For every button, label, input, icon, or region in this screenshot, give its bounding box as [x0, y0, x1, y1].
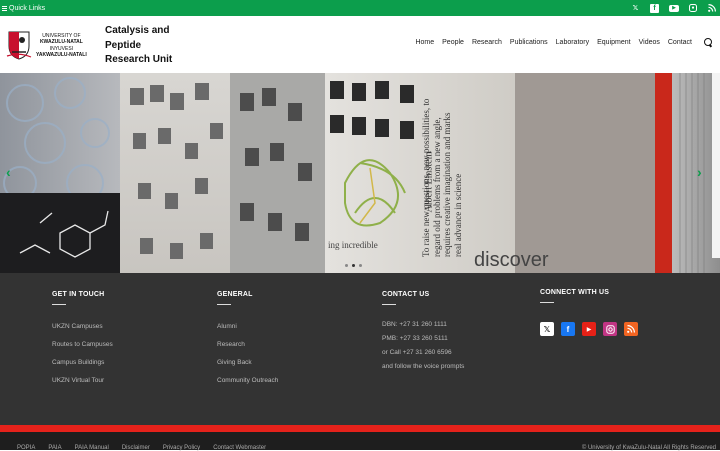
hero-word-incredible: ing incredible: [328, 240, 378, 250]
hero-word-discover: discover: [474, 249, 549, 271]
logo-line: YAKWAZULU-NATALI: [36, 52, 87, 58]
contact-prompts: and follow the voice prompts: [382, 363, 465, 370]
bottom-bar: POPIA PAIA PAIA Manual Disclaimer Privac…: [0, 432, 720, 451]
menu-icon: [2, 5, 7, 11]
contact-pmb: PMB: +27 33 260 5111: [382, 335, 448, 342]
nav-videos[interactable]: Videos: [639, 39, 660, 46]
nav-equipment[interactable]: Equipment: [597, 39, 630, 46]
footer-get-in-touch: GET IN TOUCH UKZN Campuses Routes to Cam…: [52, 291, 113, 390]
rss-icon[interactable]: [707, 4, 716, 13]
footer-heading: GENERAL: [217, 291, 253, 298]
slider-next-icon[interactable]: ›: [697, 165, 705, 179]
contact-dbn: DBN: +27 31 260 1111: [382, 321, 447, 328]
footer-heading: CONNECT WITH US: [540, 289, 610, 296]
search-icon[interactable]: [704, 38, 713, 47]
heading-rule: [540, 302, 554, 303]
link-popia[interactable]: POPIA: [17, 445, 35, 451]
contact-call: or Call +27 31 260 6596: [382, 349, 452, 356]
footer-social-links: 𝕏 f ▶: [540, 322, 638, 336]
quick-links[interactable]: Quick Links: [2, 5, 45, 12]
footer-red-stripe: [0, 425, 720, 432]
site-header: UNIVERSITY OF KWAZULU-NATAL INYUVESI YAK…: [0, 16, 720, 73]
site-footer: GET IN TOUCH UKZN Campuses Routes to Cam…: [0, 273, 720, 425]
link-paia[interactable]: PAIA: [48, 445, 61, 451]
quick-links-label: Quick Links: [9, 4, 46, 12]
slider-dots: [345, 264, 362, 267]
nav-home[interactable]: Home: [415, 39, 434, 46]
top-social-links: 𝕏 f ▶ ●: [631, 0, 716, 16]
footer-connect: CONNECT WITH US 𝕏 f ▶: [540, 289, 638, 336]
copyright: © University of KwaZulu-Natal All Rights…: [581, 445, 716, 451]
heading-rule: [52, 304, 66, 305]
legal-links: POPIA PAIA PAIA Manual Disclaimer Privac…: [17, 445, 266, 451]
nav-laboratory[interactable]: Laboratory: [556, 39, 589, 46]
top-bar: Quick Links 𝕏 f ▶ ●: [0, 0, 720, 16]
footer-contact: CONTACT US DBN: +27 31 260 1111 PMB: +27…: [382, 291, 464, 374]
hero-slider: To raise new questions, new possibilitie…: [0, 73, 720, 273]
unit-title[interactable]: Catalysis and Peptide Research Unit: [105, 24, 185, 68]
slider-dot[interactable]: [359, 264, 362, 267]
slider-dot-active[interactable]: [352, 264, 355, 267]
nav-publications[interactable]: Publications: [510, 39, 548, 46]
link-paia-manual[interactable]: PAIA Manual: [75, 445, 109, 451]
heading-rule: [382, 304, 396, 305]
logo-line: KWAZULU-NATAL: [39, 39, 83, 45]
youtube-icon[interactable]: ▶: [582, 322, 596, 336]
logo-text: UNIVERSITY OF KWAZULU-NATAL INYUVESI YAK…: [36, 33, 87, 58]
footer-link-virtual-tour[interactable]: UKZN Virtual Tour: [52, 372, 113, 390]
slider-dot[interactable]: [345, 264, 348, 267]
footer-heading: CONTACT US: [382, 291, 430, 298]
footer-link-campuses[interactable]: UKZN Campuses: [52, 318, 113, 336]
footer-link-research[interactable]: Research: [217, 336, 278, 354]
link-privacy-policy[interactable]: Privacy Policy: [163, 445, 200, 451]
x-icon[interactable]: 𝕏: [631, 4, 640, 13]
footer-link-routes[interactable]: Routes to Campuses: [52, 336, 113, 354]
quote-author: Albert Einstein: [423, 151, 435, 213]
x-icon[interactable]: 𝕏: [540, 322, 554, 336]
youtube-icon[interactable]: ▶: [669, 4, 679, 12]
nav-contact[interactable]: Contact: [668, 39, 692, 46]
footer-link-giving-back[interactable]: Giving Back: [217, 354, 278, 372]
rss-icon[interactable]: [624, 322, 638, 336]
nav-people[interactable]: People: [442, 39, 464, 46]
main-nav: Home People Research Publications Labora…: [415, 38, 716, 47]
footer-link-outreach[interactable]: Community Outreach: [217, 372, 278, 390]
facebook-icon[interactable]: f: [650, 3, 659, 13]
link-contact-webmaster[interactable]: Contact Webmaster: [213, 445, 266, 451]
facebook-icon[interactable]: f: [561, 322, 575, 336]
nav-research[interactable]: Research: [472, 39, 502, 46]
ukzn-logo[interactable]: UNIVERSITY OF KWAZULU-NATAL INYUVESI YAK…: [6, 30, 92, 60]
instagram-icon[interactable]: [603, 322, 617, 336]
instagram-icon[interactable]: ●: [689, 4, 697, 12]
heading-rule: [217, 304, 231, 305]
footer-general: GENERAL Alumni Research Giving Back Comm…: [217, 291, 278, 390]
crest-icon: [6, 31, 32, 60]
footer-heading: GET IN TOUCH: [52, 291, 105, 298]
slider-prev-icon[interactable]: ‹: [6, 165, 14, 179]
hero-quote: To raise new questions, new possibilitie…: [421, 77, 501, 257]
footer-link-buildings[interactable]: Campus Buildings: [52, 354, 113, 372]
link-disclaimer[interactable]: Disclaimer: [122, 445, 150, 451]
footer-link-alumni[interactable]: Alumni: [217, 318, 278, 336]
